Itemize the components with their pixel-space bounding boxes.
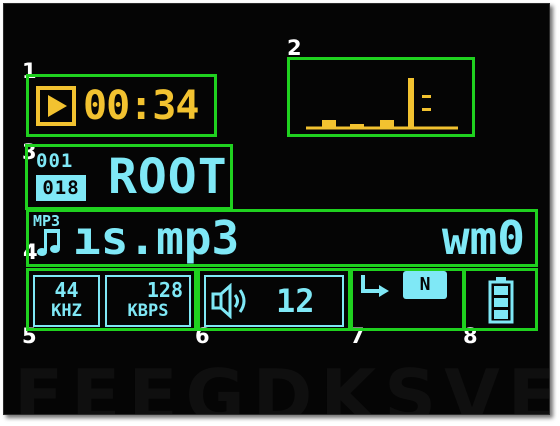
equalizer-bar bbox=[322, 120, 336, 127]
folder-info-box: 001 018 ROOT bbox=[25, 144, 233, 210]
track-info-box: MP3 ıs.mp3 wm0 bbox=[26, 209, 538, 267]
equalizer-bar bbox=[408, 78, 414, 127]
watermark-logo: FEEGDKSVE bbox=[14, 354, 550, 415]
equalizer-bar bbox=[422, 108, 431, 111]
bitrate-chip: 128 KBPS bbox=[105, 275, 191, 327]
repeat-mode-badge: N bbox=[403, 271, 447, 299]
equalizer-box bbox=[287, 57, 475, 137]
equalizer-bar bbox=[350, 124, 364, 127]
bitrate-value: 128 bbox=[146, 278, 183, 302]
battery-segment bbox=[494, 298, 508, 307]
volume-box: 12 bbox=[197, 268, 351, 331]
playback-status-box: 00:34 bbox=[26, 74, 217, 137]
battery-segment bbox=[494, 286, 508, 295]
play-icon bbox=[36, 86, 76, 126]
volume-chip: 12 bbox=[204, 275, 344, 327]
repeat-mode-box: N bbox=[350, 268, 465, 331]
equalizer-bar bbox=[422, 95, 431, 98]
mp3-player-screen: FEEGDKSVE 1 2 3 4 5 6 7 8 00:34 001 018 … bbox=[3, 3, 550, 415]
volume-level: 12 bbox=[276, 282, 315, 320]
repeat-mode-letter: N bbox=[419, 274, 431, 295]
track-filename: ıs.mp3 bbox=[73, 211, 240, 265]
battery-icon bbox=[488, 277, 514, 324]
bitrate-unit: KBPS bbox=[127, 301, 169, 321]
music-note-icon bbox=[37, 229, 60, 256]
track-total-number: 018 bbox=[42, 177, 80, 199]
elapsed-time: 00:34 bbox=[83, 83, 199, 129]
repeat-icon bbox=[361, 275, 389, 297]
equalizer-visualizer bbox=[306, 78, 458, 130]
callout-2: 2 bbox=[287, 36, 302, 60]
battery-segment bbox=[494, 310, 508, 319]
speaker-icon bbox=[211, 283, 246, 319]
sample-rate-chip: 44 KHZ bbox=[33, 275, 100, 327]
equalizer-bar bbox=[380, 120, 394, 127]
battery-box bbox=[463, 268, 538, 331]
track-total-badge: 018 bbox=[36, 175, 86, 201]
eq-mode-label: wm0 bbox=[441, 211, 525, 265]
format-label: MP3 bbox=[33, 212, 61, 230]
folder-name: ROOT bbox=[108, 149, 228, 205]
audio-format-box: 44 KHZ 128 KBPS bbox=[26, 268, 197, 331]
track-current-number: 001 bbox=[36, 150, 74, 172]
sample-rate-unit: KHZ bbox=[51, 301, 82, 321]
sample-rate-value: 44 bbox=[54, 278, 79, 302]
